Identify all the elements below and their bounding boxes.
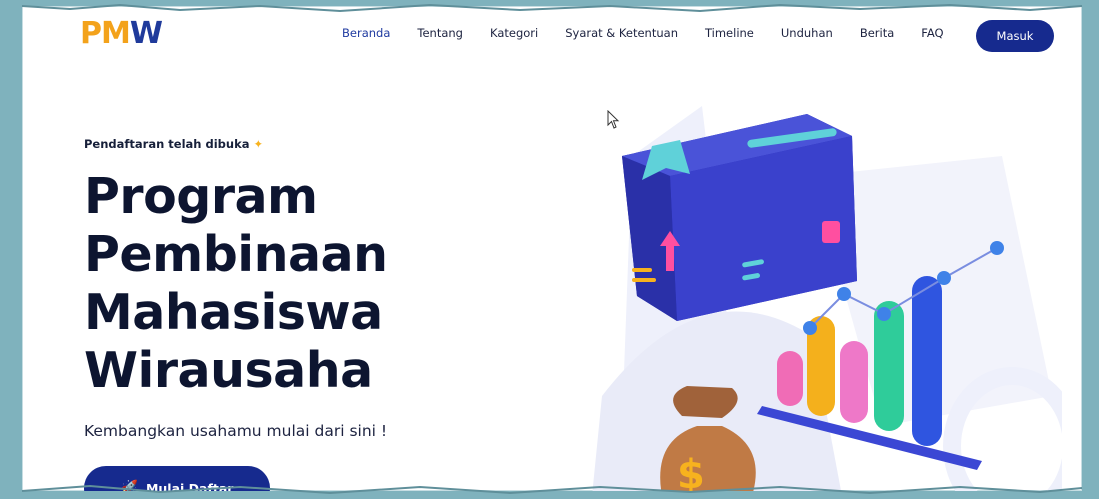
- start-register-button[interactable]: 🚀 Mulai Daftar: [84, 466, 270, 491]
- main-nav: Beranda Tentang Kategori Syarat & Ketent…: [342, 26, 971, 40]
- sparkle-icon: ✦: [253, 137, 264, 151]
- svg-text:$: $: [677, 452, 705, 491]
- registration-open-label: Pendaftaran telah dibuka ✦: [84, 137, 263, 151]
- hero-title-line: Pembinaan: [84, 226, 388, 283]
- login-button[interactable]: Masuk: [976, 20, 1054, 52]
- logo-text: PMW: [80, 16, 163, 51]
- package-box-icon: [622, 114, 857, 321]
- hero-title-line: Program: [84, 168, 318, 225]
- nav-faq[interactable]: FAQ: [921, 26, 943, 40]
- nav-timeline[interactable]: Timeline: [705, 26, 754, 40]
- nav-berita[interactable]: Berita: [860, 26, 894, 40]
- nav-unduhan[interactable]: Unduhan: [781, 26, 833, 40]
- nav-syarat-ketentuan[interactable]: Syarat & Ketentuan: [565, 26, 678, 40]
- mouse-cursor-icon: [607, 110, 620, 129]
- start-register-label: Mulai Daftar: [145, 480, 234, 492]
- nav-kategori[interactable]: Kategori: [490, 26, 538, 40]
- hero-subtitle: Kembangkan usahamu mulai dari sini !: [84, 422, 388, 440]
- nav-tentang[interactable]: Tentang: [417, 26, 463, 40]
- pmw-logo[interactable]: PMW: [80, 16, 176, 58]
- eyebrow-text: Pendaftaran telah dibuka: [84, 137, 250, 151]
- rocket-icon: 🚀: [120, 480, 138, 491]
- nav-beranda[interactable]: Beranda: [342, 26, 390, 40]
- hero-title-line: Mahasiswa: [84, 284, 383, 341]
- hero-title-line: Wirausaha: [84, 342, 373, 399]
- landing-page: PMW Beranda Tentang Kategori Syarat & Ke…: [22, 6, 1082, 491]
- hero-illustration: $: [592, 106, 1062, 491]
- hero-title: Program Pembinaan Mahasiswa Wirausaha: [84, 168, 504, 400]
